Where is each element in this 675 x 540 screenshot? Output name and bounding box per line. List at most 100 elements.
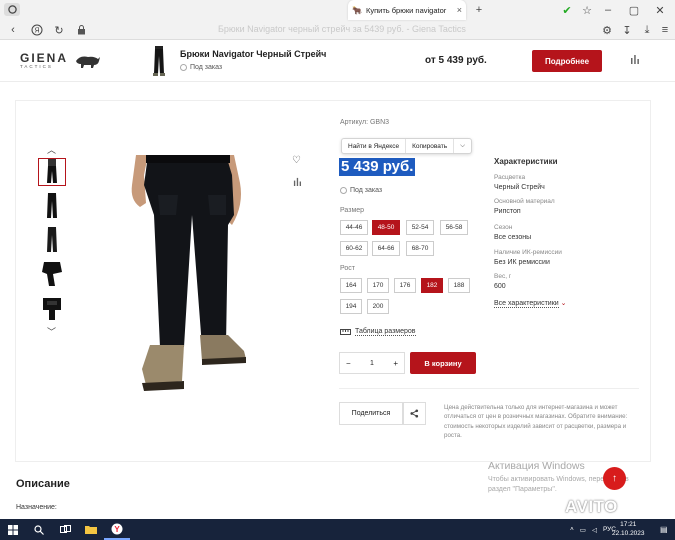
windows-activation-title: Активация Windows xyxy=(488,460,585,472)
thumbnail[interactable] xyxy=(38,158,66,186)
description-title: Описание xyxy=(16,478,70,490)
thumbs-up-arrow-icon[interactable]: ︿ xyxy=(47,143,56,156)
qty-minus-button[interactable]: − xyxy=(346,359,351,368)
size-option[interactable]: 64-66 xyxy=(372,241,400,256)
yandex-browser-icon[interactable]: Y xyxy=(104,519,130,540)
qty-value[interactable]: 1 xyxy=(370,360,374,367)
lock-icon[interactable] xyxy=(74,23,88,37)
share-button[interactable]: Поделиться xyxy=(339,402,403,425)
qty-plus-button[interactable]: + xyxy=(393,359,398,368)
close-window-icon[interactable]: ✕ xyxy=(653,3,667,17)
price-note: Цена действительна только для интернет-м… xyxy=(444,404,628,439)
tab-active[interactable]: 🐂 Купить брюки navigator × xyxy=(348,0,466,20)
char-value: Все сезоны xyxy=(494,234,532,241)
share-icon[interactable] xyxy=(403,402,426,425)
size-option[interactable]: 56-58 xyxy=(440,220,468,235)
height-option[interactable]: 194 xyxy=(340,299,362,314)
file-explorer-icon[interactable] xyxy=(78,519,104,540)
char-value: Рипстоп xyxy=(494,208,521,215)
size-table-link[interactable]: Таблица размеров xyxy=(340,328,416,336)
size-option[interactable]: 60-62 xyxy=(340,241,368,256)
ruler-icon xyxy=(340,329,351,335)
purpose-label: Назначение: xyxy=(16,504,57,511)
char-value: Без ИК ремиссии xyxy=(494,259,550,266)
menu-icon[interactable]: ≡ xyxy=(658,23,672,37)
height-option[interactable]: 176 xyxy=(394,278,416,293)
find-in-yandex-button[interactable]: Найти в Яндексе xyxy=(342,139,407,153)
size-label: Размер xyxy=(340,207,365,214)
bookmarks-icon[interactable]: ☆ xyxy=(580,3,594,17)
reader-icon[interactable]: ⚙ xyxy=(600,23,614,37)
arrow-up-icon: ↑ xyxy=(612,473,617,484)
char-key: Вес, г xyxy=(494,273,512,280)
system-tray: ˄ ▭ ◁ РУС xyxy=(570,519,616,540)
chevron-up-icon[interactable]: ˄ xyxy=(570,526,574,533)
clock-date: 22.10.2023 xyxy=(612,529,645,537)
quantity-stepper: − 1 + xyxy=(339,352,405,374)
thumbnail[interactable] xyxy=(38,226,66,254)
minimize-icon[interactable]: – xyxy=(601,3,615,17)
height-option[interactable]: 188 xyxy=(448,278,470,293)
product-image[interactable] xyxy=(122,155,262,393)
scroll-to-top-button[interactable]: ↑ xyxy=(603,467,626,490)
notifications-icon[interactable]: ▤ xyxy=(660,525,668,534)
volume-icon[interactable]: ◁ xyxy=(592,526,597,534)
height-option[interactable]: 200 xyxy=(367,299,389,314)
downloads-icon[interactable]: ⤓ xyxy=(640,23,654,37)
site-logo[interactable]: GIENA TACTICS xyxy=(20,52,102,69)
selection-context-menu: Найти в Яндексе Копировать ⌵ xyxy=(341,138,473,154)
tab-title: Купить брюки navigator xyxy=(365,5,447,15)
favorite-heart-icon[interactable]: ♡ xyxy=(292,155,301,166)
chevron-down-icon[interactable]: ⌵ xyxy=(454,139,471,153)
thumbnail[interactable] xyxy=(38,260,66,288)
svg-text:Y: Y xyxy=(114,525,120,534)
header-availability: Под заказ xyxy=(180,64,222,71)
thumbnail[interactable] xyxy=(38,192,66,220)
add-to-cart-button[interactable]: В корзину xyxy=(410,352,476,374)
more-button[interactable]: Подробнее xyxy=(532,50,602,72)
reload-icon[interactable]: ↻ xyxy=(52,23,66,37)
windows-activation-text: Чтобы активировать Windows, перейдите в … xyxy=(488,476,629,493)
new-tab-icon[interactable]: + xyxy=(472,3,486,17)
char-key: Сезон xyxy=(494,224,513,231)
close-tab-icon[interactable]: × xyxy=(457,5,462,15)
all-characteristics-link[interactable]: Все характеристики ⌄ xyxy=(494,299,567,308)
thumbs-down-arrow-icon[interactable]: ﹀ xyxy=(47,325,56,338)
task-view-icon[interactable] xyxy=(52,519,78,540)
availability-icon xyxy=(180,64,187,71)
maximize-icon[interactable]: ▢ xyxy=(627,3,641,17)
header-availability-text: Под заказ xyxy=(190,64,223,71)
compare-icon[interactable] xyxy=(630,54,640,66)
yandex-home-icon[interactable]: Я xyxy=(30,23,44,37)
favicon-icon: 🐂 xyxy=(352,5,362,15)
browser-chrome: ‹ Я ↻ Брюки Navigator черный стрейч за 5… xyxy=(0,0,675,40)
size-option[interactable]: 44-46 xyxy=(340,220,368,235)
availability-icon xyxy=(340,187,347,194)
copy-button[interactable]: Копировать xyxy=(406,139,455,153)
size-option[interactable]: 52-54 xyxy=(406,220,434,235)
height-option[interactable]: 170 xyxy=(367,278,389,293)
size-option[interactable]: 68-70 xyxy=(406,241,434,256)
extensions-icon[interactable]: ↧ xyxy=(620,23,634,37)
network-icon[interactable]: ▭ xyxy=(580,526,586,534)
logo-name: GIENA xyxy=(20,51,69,65)
char-value: 600 xyxy=(494,283,506,290)
product-sku: Артикул: GBN3 xyxy=(340,119,390,126)
protect-icon[interactable]: ✔ xyxy=(560,3,574,17)
clock[interactable]: 17:21 22.10.2023 xyxy=(612,521,645,539)
windows-start-icon[interactable] xyxy=(0,519,26,540)
url-page-title[interactable]: Брюки Navigator черный стрейч за 5439 ру… xyxy=(218,24,466,34)
thumbnail[interactable] xyxy=(38,294,66,322)
all-characteristics-text: Все характеристики xyxy=(494,300,559,308)
avito-watermark: AVITO xyxy=(565,497,618,516)
size-option-selected[interactable]: 48-50 xyxy=(372,220,400,235)
height-option[interactable]: 164 xyxy=(340,278,362,293)
search-icon[interactable] xyxy=(26,519,52,540)
compare-product-icon[interactable] xyxy=(293,177,302,188)
height-option-selected[interactable]: 182 xyxy=(421,278,443,293)
browser-menu-icon[interactable] xyxy=(4,3,20,16)
char-value: Черный Стрейч xyxy=(494,184,545,191)
header-product-name: Брюки Navigator Черный Стрейч xyxy=(180,49,327,59)
back-icon[interactable]: ‹ xyxy=(6,23,20,37)
svg-text:Я: Я xyxy=(34,28,39,35)
